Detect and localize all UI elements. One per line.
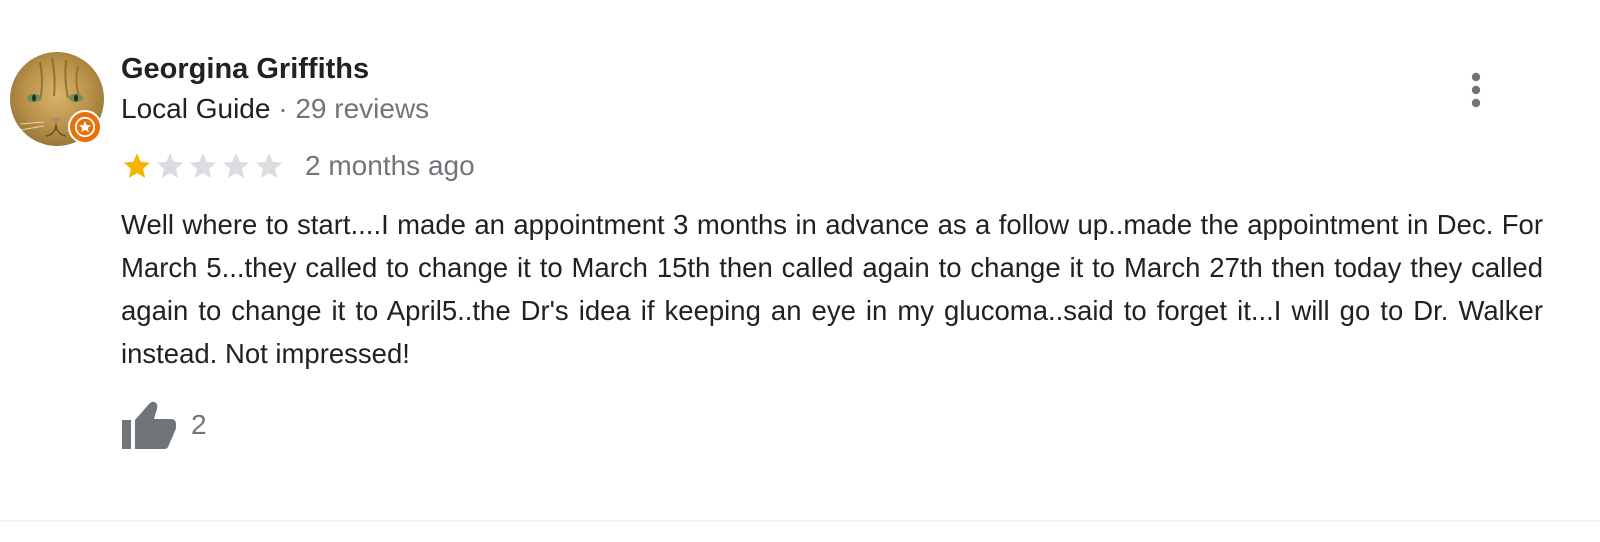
local-guide-label: Local Guide bbox=[121, 93, 271, 124]
author-avatar[interactable] bbox=[10, 52, 104, 146]
star-empty-icon bbox=[222, 153, 250, 178]
like-count: 2 bbox=[191, 409, 207, 440]
more-options-button[interactable] bbox=[1460, 68, 1492, 112]
rating-row: 2 months ago bbox=[121, 148, 475, 184]
star-empty-icon bbox=[156, 153, 184, 178]
star-empty-icon bbox=[255, 153, 283, 178]
meta-separator: · bbox=[270, 93, 296, 124]
local-guide-star-icon bbox=[68, 110, 102, 144]
review-timestamp: 2 months ago bbox=[305, 150, 475, 181]
author-meta: Local Guide · 29 reviews bbox=[121, 92, 429, 126]
star-rating bbox=[121, 150, 285, 182]
star-filled-icon bbox=[123, 153, 151, 178]
review-text: Well where to start....I made an appoint… bbox=[121, 209, 1543, 369]
more-vert-icon bbox=[1471, 72, 1481, 108]
author-name[interactable]: Georgina Griffiths bbox=[121, 52, 369, 86]
thumbs-up-icon bbox=[122, 401, 176, 449]
like-row: 2 bbox=[121, 398, 207, 452]
divider bbox=[0, 520, 1600, 522]
review-count[interactable]: 29 reviews bbox=[295, 93, 429, 124]
like-button[interactable] bbox=[121, 398, 179, 452]
star-empty-icon bbox=[189, 153, 217, 178]
review-card: Georgina Griffiths Local Guide · 29 revi… bbox=[0, 0, 1600, 542]
